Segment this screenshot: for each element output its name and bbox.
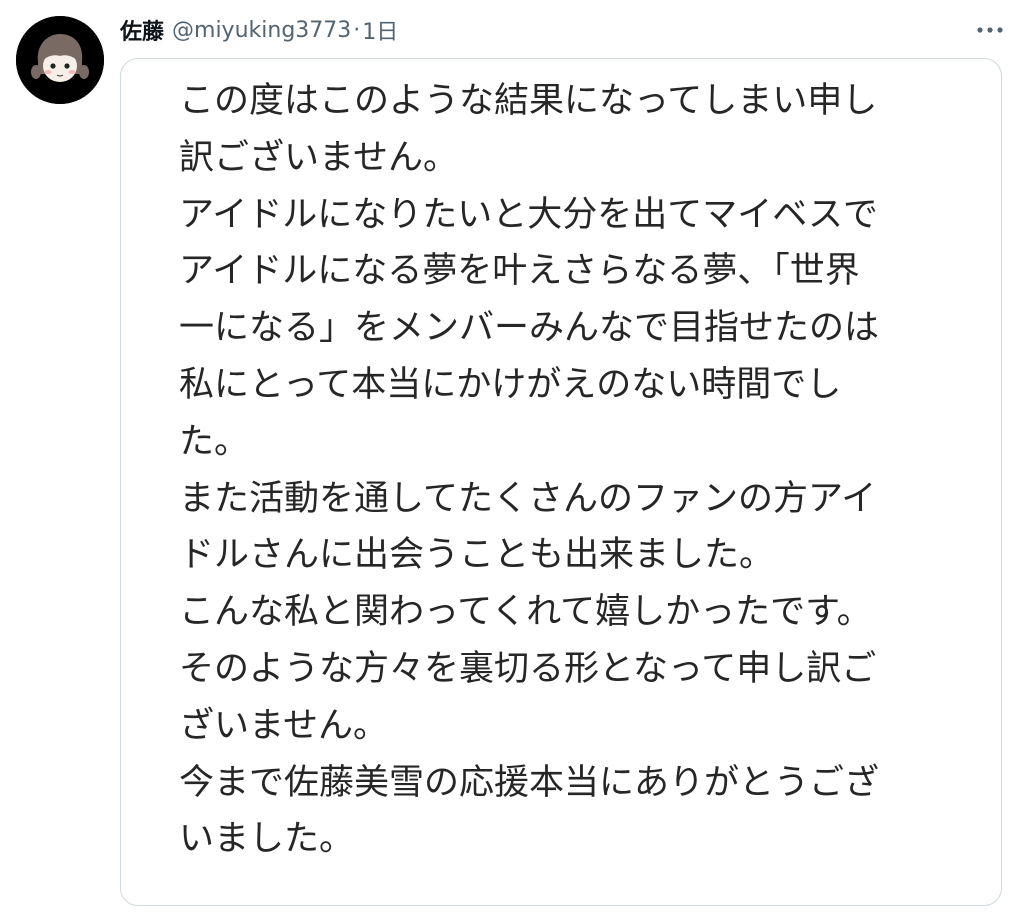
more-options-icon [977, 27, 1003, 33]
note-line: ドルさんに出会うことも出来ました。 [179, 535, 775, 576]
attached-note-image[interactable]: この度はこのような結果になってしまい申し 訳ございません。 アイドルになりたいと… [120, 58, 1002, 906]
note-line: 一になる」をメンバーみんなで目指せたのは [179, 308, 880, 349]
avatar-illustration [16, 16, 104, 104]
note-line: た。 [179, 421, 250, 462]
note-line: 訳ございません。 [179, 137, 458, 178]
note-line: ざいません。 [179, 705, 388, 746]
note-line: この度はこのような結果になってしまい申し [179, 81, 878, 121]
tweet-header: 佐藤 @miyuking3773 · 1日 [120, 12, 398, 48]
note-line: 今まで佐藤美雪の応援本当にありがとうござ [179, 762, 880, 803]
separator-dot: · [353, 17, 361, 43]
note-line: こんな私と関わってくれて嬉しかったです。 [179, 592, 872, 633]
timestamp[interactable]: 1日 [362, 14, 398, 46]
user-handle[interactable]: @miyuking3773 [172, 18, 351, 43]
note-line: 私にとって本当にかけがえのない時間でし [179, 364, 842, 405]
note-line: アイドルになる夢を叶えさらなる夢、「世界 [179, 251, 860, 292]
note-text: この度はこのような結果になってしまい申し 訳ございません。 アイドルになりたいと… [179, 73, 959, 868]
note-line: アイドルになりたいと大分を出てマイベスで [179, 194, 878, 235]
more-options-button[interactable] [972, 18, 1008, 42]
note-line: また活動を通してたくさんのファンの方アイ [179, 478, 877, 519]
note-line: いました。 [179, 819, 355, 860]
avatar[interactable] [16, 16, 104, 104]
display-name[interactable]: 佐藤 [120, 14, 164, 46]
note-line: そのような方々を裏切る形となって申し訳ご [179, 648, 877, 689]
